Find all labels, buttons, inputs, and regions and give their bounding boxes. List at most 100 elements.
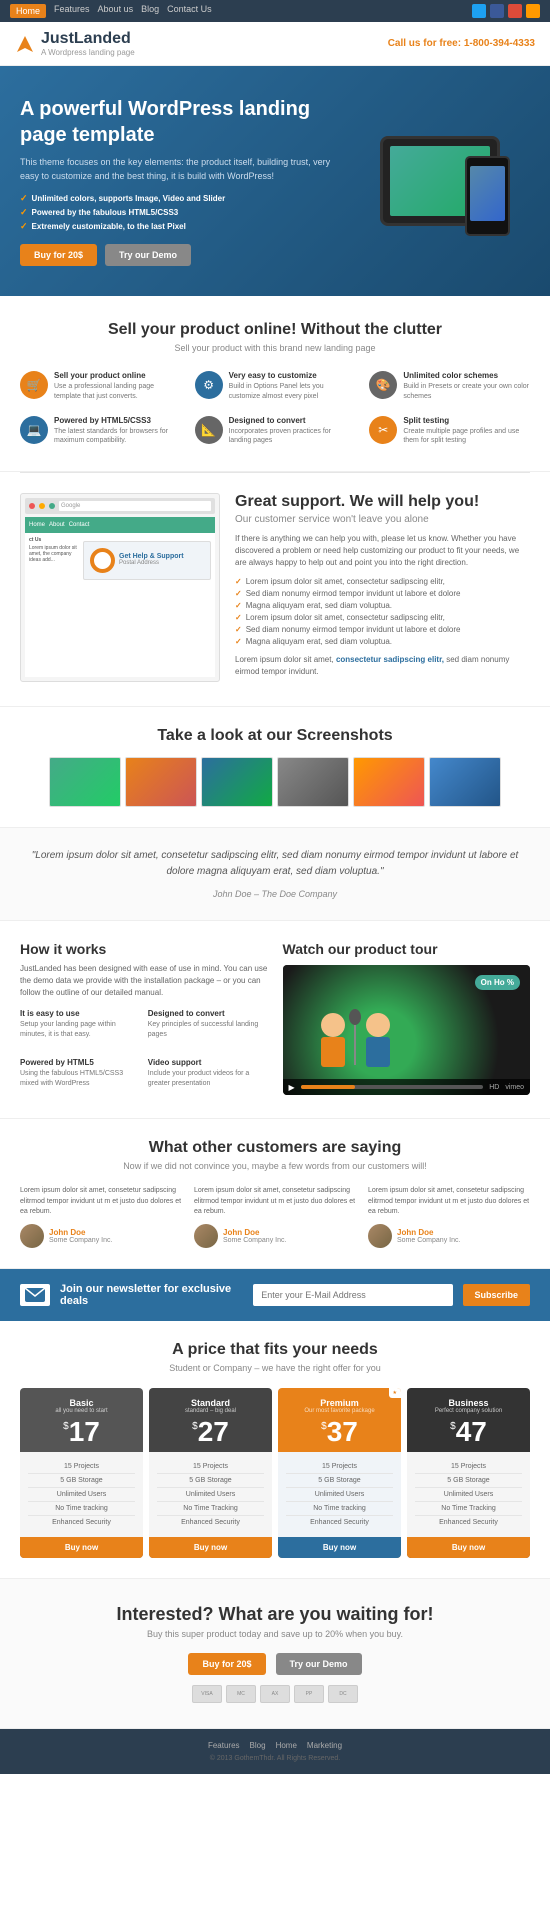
- screenshot-5[interactable]: [353, 757, 425, 807]
- feature-item-2: ⚙ Very easy to customize Build in Option…: [195, 371, 356, 402]
- video-player[interactable]: On Ho % ▶ HD vimeo: [283, 965, 531, 1095]
- customers-subtitle: Now if we did not convince you, maybe a …: [20, 1161, 530, 1171]
- feature-icon-3: 🎨: [369, 371, 397, 399]
- buy-business-button[interactable]: Buy now: [407, 1537, 530, 1558]
- hero-features: Unlimited colors, supports Image, Video …: [20, 193, 350, 232]
- footer-links: Features Blog Home Marketing: [20, 1741, 530, 1750]
- nav-features[interactable]: Features: [54, 4, 90, 18]
- plan-sub-standard: standard – big deal: [155, 1408, 266, 1414]
- screenshot-2[interactable]: [125, 757, 197, 807]
- reviewer-3: John Doe Some Company Inc.: [368, 1224, 530, 1248]
- play-icon[interactable]: ▶: [289, 1083, 295, 1092]
- feature-text-1: Sell your product online Use a professio…: [54, 371, 181, 402]
- nav-about[interactable]: About us: [98, 4, 134, 18]
- buy-basic-button[interactable]: Buy now: [20, 1537, 143, 1558]
- feature-item-3: 🎨 Unlimited color schemes Build in Prese…: [369, 371, 530, 402]
- browser-bar: Google: [25, 498, 215, 514]
- plan-sub-basic: all you need to start: [26, 1408, 137, 1414]
- feature-standard-3: Unlimited Users: [157, 1488, 264, 1502]
- feature-basic-5: Enhanced Security: [28, 1516, 135, 1529]
- pricing-features-basic: 15 Projects 5 GB Storage Unlimited Users…: [20, 1452, 143, 1537]
- newsletter-section: Join our newsletter for exclusive deals …: [0, 1269, 550, 1321]
- feature-business-1: 15 Projects: [415, 1460, 522, 1474]
- screenshot-1[interactable]: [49, 757, 121, 807]
- feature-basic-1: 15 Projects: [28, 1460, 135, 1474]
- footer-link-blog[interactable]: Blog: [250, 1741, 266, 1750]
- feature-text-6: Split testing Create multiple page profi…: [403, 416, 530, 447]
- facebook-icon[interactable]: [490, 4, 504, 18]
- buy-premium-button[interactable]: Buy now: [278, 1537, 401, 1558]
- feature-business-4: No Time Tracking: [415, 1502, 522, 1516]
- mock-nav: HomeAboutContact: [25, 517, 215, 533]
- demo-button[interactable]: Try our Demo: [105, 244, 191, 266]
- screenshot-6[interactable]: [429, 757, 501, 807]
- how-right: Watch our product tour On Ho % ▶: [283, 941, 531, 1098]
- hero-feature-3: Extremely customizable, to the last Pixe…: [20, 221, 350, 232]
- browser-content: HomeAboutContact ct Us Lorem ipsum dolor…: [25, 517, 215, 677]
- support-help-box: Get Help & Support Postal Address: [83, 541, 211, 580]
- screenshot-4[interactable]: [277, 757, 349, 807]
- product-tour-title: Watch our product tour: [283, 941, 531, 957]
- subscribe-button[interactable]: Subscribe: [463, 1284, 531, 1306]
- screenshot-3[interactable]: [201, 757, 273, 807]
- pricing-card-business: Business Perfect company solution $ 47 1…: [407, 1388, 530, 1558]
- browser-dot-red: [29, 503, 35, 509]
- testimonial-section: "Lorem ipsum dolor sit amet, consetetur …: [0, 828, 550, 921]
- discover-icon: DC: [328, 1685, 358, 1703]
- pricing-subtitle: Student or Company – we have the right o…: [20, 1363, 530, 1373]
- how-description: JustLanded has been designed with ease o…: [20, 963, 268, 999]
- plan-name-premium: Premium: [284, 1398, 395, 1408]
- rss-icon[interactable]: [526, 4, 540, 18]
- nav-contact[interactable]: Contact Us: [167, 4, 212, 18]
- feature-business-2: 5 GB Storage: [415, 1474, 522, 1488]
- video-characters: [303, 1005, 423, 1075]
- cta-demo-button[interactable]: Try our Demo: [276, 1653, 362, 1675]
- how-feature-1: It is easy to use Setup your landing pag…: [20, 1009, 140, 1050]
- how-title: How it works: [20, 941, 268, 957]
- newsletter-text: Join our newsletter for exclusive deals: [60, 1283, 243, 1307]
- buy-standard-button[interactable]: Buy now: [149, 1537, 272, 1558]
- mock-sidebar: ct Us Lorem ipsum dolor sit amet, the co…: [29, 537, 79, 580]
- cta-buy-button[interactable]: Buy for 20$: [188, 1653, 265, 1675]
- avatar-3: [368, 1224, 392, 1248]
- feature-basic-3: Unlimited Users: [28, 1488, 135, 1502]
- testimonial-card-2: Lorem ipsum dolor sit amet, consetetur s…: [194, 1186, 356, 1248]
- phone-number: 1-800-394-4333: [464, 38, 535, 49]
- support-subtitle: Our customer service won't leave you alo…: [235, 514, 530, 525]
- site-footer: Features Blog Home Marketing © 2013 Goth…: [0, 1729, 550, 1774]
- nav-blog[interactable]: Blog: [141, 4, 159, 18]
- footer-link-marketing[interactable]: Marketing: [307, 1741, 342, 1750]
- hero-image: [350, 136, 530, 226]
- hero-buttons: Buy for 20$ Try our Demo: [20, 244, 350, 266]
- pricing-features-business: 15 Projects 5 GB Storage Unlimited Users…: [407, 1452, 530, 1537]
- top-navigation: Home Features About us Blog Contact Us: [0, 0, 550, 22]
- screenshots-title: Take a look at our Screenshots: [20, 727, 530, 745]
- footer-link-features[interactable]: Features: [208, 1741, 240, 1750]
- mc-icon: MC: [226, 1685, 256, 1703]
- customers-section: What other customers are saying Now if w…: [0, 1119, 550, 1269]
- support-checklist: Lorem ipsum dolor sit amet, consectetur …: [235, 577, 530, 646]
- plan-price-standard: $ 27: [155, 1418, 266, 1446]
- feature-text-4: Powered by HTML5/CSS3 The latest standar…: [54, 416, 181, 447]
- footer-link-home[interactable]: Home: [276, 1741, 297, 1750]
- logo-subtitle: A Wordpress landing page: [41, 48, 135, 57]
- feature-standard-5: Enhanced Security: [157, 1516, 264, 1529]
- plan-name-basic: Basic: [26, 1398, 137, 1408]
- progress-bar[interactable]: [301, 1085, 484, 1089]
- amount-business: 47: [456, 1418, 487, 1446]
- footer-copyright: © 2013 GothemThdr. All Rights Reserved.: [20, 1755, 530, 1762]
- gplus-icon[interactable]: [508, 4, 522, 18]
- hero-section: A powerful WordPress landing page templa…: [0, 66, 550, 296]
- hero-description: This theme focuses on the key elements: …: [20, 156, 350, 183]
- phone-device: [465, 156, 510, 236]
- logo-icon: [15, 34, 35, 54]
- buy-button[interactable]: Buy for 20$: [20, 244, 97, 266]
- feature-text-5: Designed to convert Incorporates proven …: [229, 416, 356, 447]
- hero-text: A powerful WordPress landing page templa…: [20, 96, 350, 266]
- pricing-grid: Basic all you need to start $ 17 15 Proj…: [20, 1388, 530, 1558]
- plan-name-business: Business: [413, 1398, 524, 1408]
- cta-section: Interested? What are you waiting for! Bu…: [0, 1579, 550, 1729]
- nav-home[interactable]: Home: [10, 4, 46, 18]
- email-input[interactable]: [253, 1284, 452, 1306]
- twitter-icon[interactable]: [472, 4, 486, 18]
